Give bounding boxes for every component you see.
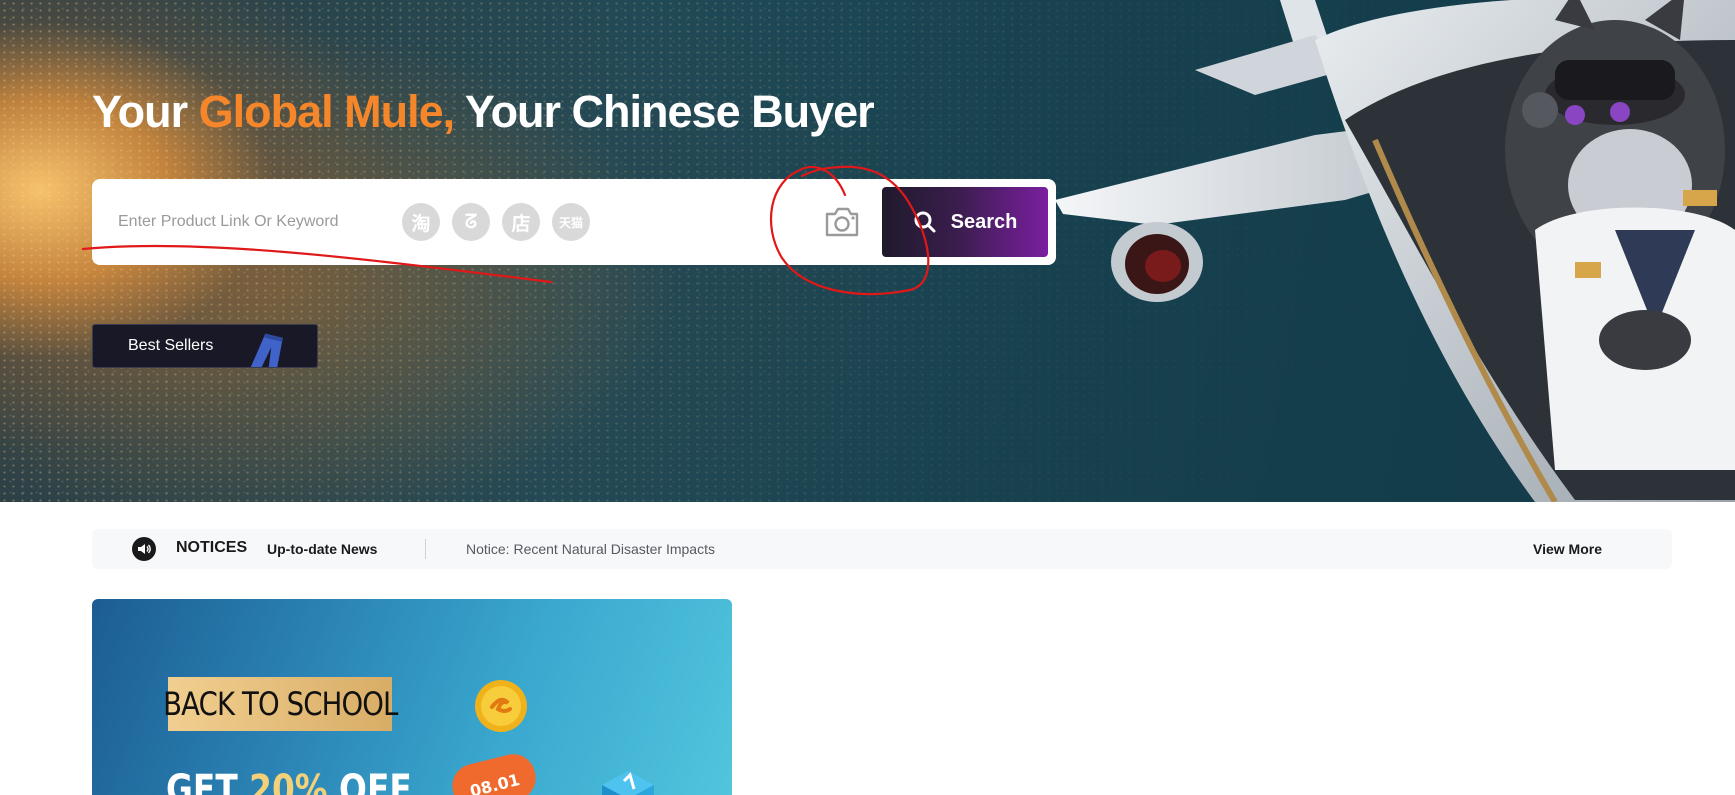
search-icon	[914, 211, 936, 233]
search-button-label: Search	[950, 210, 1018, 233]
airplane-pilot-illustration	[1055, 0, 1735, 502]
search-input[interactable]	[118, 199, 368, 245]
promo-tag: BACK TO SCHOOL	[163, 677, 398, 731]
cube-icon	[602, 771, 654, 795]
tmall-icon[interactable]: 天猫	[552, 203, 590, 241]
promo-offer-highlight: 20%	[249, 767, 328, 795]
jeans-icon	[251, 333, 283, 367]
speaker-icon	[132, 537, 156, 561]
platform-icons: 淘 ᘔ 店 天猫	[402, 203, 590, 241]
camera-icon[interactable]	[822, 203, 862, 241]
hero-title-accent: Global Mule,	[198, 86, 456, 137]
hero-banner: Your Global Mule, Your Chinese Buyer 淘 ᘔ…	[0, 0, 1735, 502]
notice-title: NOTICES	[176, 539, 248, 556]
coin-icon	[475, 680, 527, 732]
date-badge: 08.01	[452, 754, 536, 795]
taobao-icon[interactable]: 淘	[402, 203, 440, 241]
notice-link[interactable]: Notice: Recent Natural Disaster Impacts	[466, 541, 715, 557]
search-box: 淘 ᘔ 店 天猫 Search	[92, 179, 1056, 265]
promo-tag-label: BACK TO SCHOOL	[162, 685, 398, 723]
view-more-link[interactable]: View More	[1533, 541, 1602, 557]
best-sellers-button[interactable]: Best Sellers	[92, 324, 318, 368]
notice-subtitle: Up-to-date News	[267, 541, 378, 557]
notice-divider	[425, 539, 426, 559]
store-icon[interactable]: 店	[502, 203, 540, 241]
promo-offer: GET 20% OFF	[166, 767, 412, 795]
hero-title: Your Global Mule, Your Chinese Buyer	[92, 86, 875, 137]
notice-bar: NOTICES Up-to-date News Notice: Recent N…	[92, 529, 1672, 569]
best-sellers-label: Best Sellers	[128, 337, 214, 354]
1688-icon[interactable]: ᘔ	[452, 203, 490, 241]
promo-banner[interactable]: BACK TO SCHOOL GET 20% OFF 08.01	[92, 599, 732, 795]
search-button[interactable]: Search	[882, 187, 1048, 257]
